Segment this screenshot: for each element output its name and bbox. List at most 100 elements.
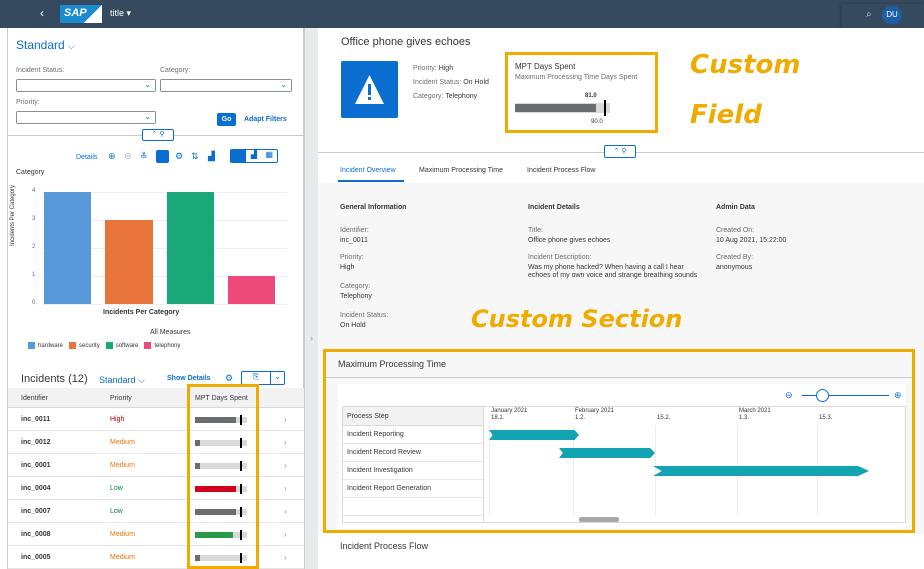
legend-item-hardware[interactable]: hardware bbox=[28, 342, 63, 349]
chevron-right-icon[interactable]: › bbox=[284, 507, 287, 516]
status-label: Incident Status: bbox=[340, 312, 389, 319]
process-step-row[interactable]: Incident Investigation bbox=[343, 462, 483, 480]
row-identifier: inc_0008 bbox=[21, 531, 51, 538]
table-row[interactable]: inc_0007 Low › bbox=[8, 500, 305, 523]
gridline bbox=[42, 304, 287, 305]
zoom-out-icon[interactable]: ⊖ bbox=[785, 390, 793, 401]
bar-telephony[interactable] bbox=[227, 276, 275, 304]
zoom-in-icon[interactable]: ⊕ bbox=[894, 390, 902, 401]
details-button[interactable]: Details bbox=[76, 154, 97, 161]
chevron-right-icon[interactable]: › bbox=[284, 553, 287, 562]
variant-label: Standard bbox=[16, 38, 65, 52]
export-menu-button[interactable]: ⎘ ⌄ bbox=[241, 371, 285, 385]
chevron-right-icon[interactable]: › bbox=[284, 438, 287, 447]
settings-icon[interactable]: ⚙ bbox=[225, 373, 233, 384]
category-value: Telephony bbox=[340, 293, 372, 300]
month-label: February 2021 bbox=[575, 408, 615, 414]
gantt-bar[interactable] bbox=[653, 466, 869, 476]
bar-software[interactable] bbox=[166, 192, 214, 304]
status-value: On Hold bbox=[340, 322, 366, 329]
horizontal-scrollbar[interactable] bbox=[579, 517, 619, 522]
timeline-gridline bbox=[655, 426, 656, 516]
object-image bbox=[341, 61, 398, 118]
chevron-right-icon[interactable]: › bbox=[284, 415, 287, 424]
export-icon[interactable]: ⎘ bbox=[242, 372, 270, 384]
app-title-menu[interactable]: title ▾ bbox=[110, 8, 131, 19]
bar-hardware[interactable] bbox=[44, 192, 92, 304]
zoom-out-icon[interactable]: ⊖ bbox=[124, 151, 132, 162]
status-attr-value: On Hold bbox=[463, 79, 489, 86]
created-by-label: Created By: bbox=[716, 254, 753, 261]
back-icon[interactable]: ‹ bbox=[40, 6, 44, 20]
chevron-right-icon[interactable]: › bbox=[284, 530, 287, 539]
gantt-bar[interactable] bbox=[559, 448, 655, 458]
month-label: March 2021 bbox=[739, 408, 771, 414]
chevron-right-icon[interactable]: › bbox=[284, 461, 287, 470]
table-variant-selector[interactable]: Standard ⌵ bbox=[99, 375, 145, 386]
legend-item-security[interactable]: security bbox=[69, 342, 100, 350]
table-row[interactable]: inc_0001 Medium › bbox=[8, 454, 305, 477]
process-flow-section bbox=[318, 533, 924, 569]
show-details-link[interactable]: Show Details bbox=[167, 375, 211, 382]
table-view-icon[interactable]: ▦ bbox=[262, 150, 277, 162]
tab-process-flow[interactable]: Incident Process Flow bbox=[527, 167, 595, 174]
chevron-down-icon[interactable]: ⌄ bbox=[270, 372, 284, 384]
legend-item-telephony[interactable]: telephony bbox=[144, 342, 180, 349]
drilldown-icon[interactable]: ≚ bbox=[140, 151, 148, 162]
tab-overview[interactable]: Incident Overview bbox=[340, 167, 396, 174]
table-row[interactable]: inc_0005 Medium › bbox=[8, 546, 305, 569]
legend-item-software[interactable]: software bbox=[105, 342, 138, 349]
title-value: Office phone gives echoes bbox=[528, 237, 611, 244]
row-identifier: inc_0007 bbox=[21, 508, 51, 515]
collapse-pin-buttons[interactable]: ⌃ ⚲ bbox=[604, 145, 636, 158]
priority-select[interactable]: ⌄ bbox=[16, 111, 156, 124]
mpt-value: 81.0 bbox=[585, 93, 597, 99]
category-select[interactable]: ⌄ bbox=[160, 79, 292, 92]
mpt-section-title: Maximum Processing Time bbox=[338, 359, 447, 369]
chevron-right-icon[interactable]: › bbox=[284, 484, 287, 493]
table-row[interactable]: inc_0012 Medium › bbox=[8, 431, 305, 454]
process-step-row[interactable]: Incident Report Generation bbox=[343, 480, 483, 498]
settings-icon[interactable]: ⚙ bbox=[175, 151, 183, 162]
bar-chart: Incidents Per Category 0 1 2 3 4 bbox=[10, 185, 303, 306]
warning-icon bbox=[355, 75, 384, 104]
table-row[interactable]: inc_0008 Medium › bbox=[8, 523, 305, 546]
variant-selector[interactable]: Standard ⌵ bbox=[16, 38, 75, 52]
collapse-pin-buttons[interactable]: ⌃ ⚲ bbox=[142, 129, 174, 141]
chart-table-view-icon[interactable] bbox=[231, 150, 247, 162]
table-row[interactable]: inc_0004 Low › bbox=[8, 477, 305, 500]
general-info-heading: General Information bbox=[340, 204, 407, 211]
avatar[interactable]: DU bbox=[882, 6, 902, 24]
adapt-filters-link[interactable]: Adapt Filters bbox=[244, 116, 287, 123]
mpt-bullet-bar bbox=[515, 100, 610, 116]
go-button[interactable]: Go bbox=[217, 113, 236, 126]
custom-column-highlight bbox=[187, 384, 259, 569]
view-switch[interactable]: ▟ ▦ bbox=[230, 149, 278, 163]
pane-divider[interactable]: › bbox=[304, 28, 318, 569]
table-body: inc_0011 High › inc_0012 Medium › inc_0001… bbox=[8, 408, 305, 569]
search-icon[interactable]: ⌕ bbox=[866, 9, 872, 20]
bar-security[interactable] bbox=[105, 220, 153, 304]
zoom-slider-handle[interactable] bbox=[816, 389, 829, 402]
zoom-in-icon[interactable]: ⊕ bbox=[108, 151, 116, 162]
chart-xlabel: Category bbox=[16, 169, 45, 176]
sort-icon[interactable]: ⇅ bbox=[191, 151, 199, 162]
process-step-row[interactable]: Incident Record Review bbox=[343, 444, 483, 462]
tab-mpt[interactable]: Maximum Processing Time bbox=[419, 167, 503, 174]
legend-toggle-icon[interactable] bbox=[156, 150, 169, 163]
table-title: Incidents (12) bbox=[21, 373, 88, 385]
column-divider[interactable] bbox=[483, 407, 484, 522]
category-attr: Category: Telephony bbox=[413, 93, 477, 100]
row-priority: Medium bbox=[110, 462, 135, 469]
day-label: 1.3. bbox=[739, 415, 750, 421]
chart-type-icon[interactable]: ▟ bbox=[208, 151, 215, 162]
row-priority: Low bbox=[110, 485, 123, 492]
table-row[interactable]: inc_0011 High › bbox=[8, 408, 305, 431]
gantt-grid: Process Step Incident Reporting Incident … bbox=[342, 406, 906, 523]
process-step-row[interactable]: Incident Reporting bbox=[343, 426, 483, 444]
chevron-right-icon[interactable]: › bbox=[310, 333, 313, 343]
status-select[interactable]: ⌄ bbox=[16, 79, 156, 92]
chart-view-icon[interactable]: ▟ bbox=[246, 150, 261, 162]
legend-label: security bbox=[79, 343, 100, 350]
gantt-bar[interactable] bbox=[489, 430, 579, 440]
